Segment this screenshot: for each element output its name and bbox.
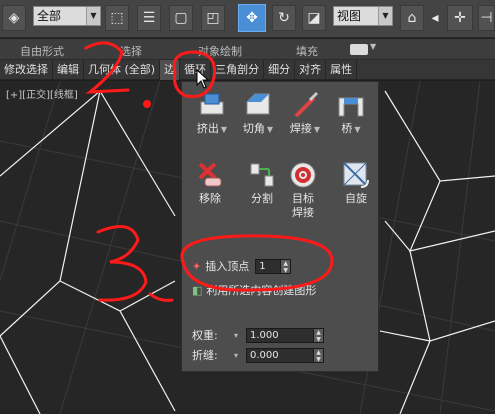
bridge-button[interactable]: 桥 ▼ xyxy=(326,88,376,137)
weld-button[interactable]: 焊接 ▼ xyxy=(280,88,330,137)
remove-label: 移除 xyxy=(199,192,221,205)
ribbon-group-object-paint[interactable]: 对象绘制 xyxy=(198,43,242,59)
rect-selection-icon[interactable]: ▢ xyxy=(169,5,193,31)
scale-icon[interactable]: ◪ xyxy=(302,5,326,31)
chevron-down-icon[interactable]: ▾ xyxy=(234,331,238,340)
chamfer-label: 切角 xyxy=(242,122,265,135)
target-weld-icon xyxy=(286,158,320,192)
move-icon[interactable]: ✥ xyxy=(238,4,266,32)
select-object-icon[interactable]: ⬚ xyxy=(105,5,129,31)
chevron-down-icon: ▼ xyxy=(313,125,321,134)
tab-edit[interactable]: 编辑 xyxy=(53,60,84,80)
chevron-down-icon: ▼ xyxy=(354,125,361,134)
tab-modify-selection[interactable]: 修改选择 xyxy=(0,60,53,80)
insert-vertex-spinner[interactable]: ▲ ▼ xyxy=(281,258,292,274)
create-shape-icon: ◧ xyxy=(192,283,203,297)
weld-icon xyxy=(288,88,322,122)
weight-row: 权重: ▾ 1.000 ▲ ▼ xyxy=(192,327,325,343)
select-by-name-icon[interactable]: ☰ xyxy=(137,5,161,31)
tab-geometry[interactable]: 几何体 (全部) xyxy=(84,60,161,80)
remove-icon xyxy=(193,158,227,192)
create-shape-label: 利用所选内容创建图形 xyxy=(206,284,317,297)
chamfer-button[interactable]: 切角 ▼ xyxy=(233,88,283,137)
weld-label: 焊接 xyxy=(289,122,312,135)
rotate-icon[interactable]: ↻ xyxy=(272,5,296,31)
pivot-icon[interactable]: ⌂ xyxy=(400,5,424,31)
target-weld-button[interactable]: 目标 焊接 xyxy=(278,158,328,220)
weight-spinner[interactable]: ▲ ▼ xyxy=(314,327,325,343)
bridge-label: 桥 xyxy=(341,122,353,135)
tab-subdivision[interactable]: 细分 xyxy=(264,60,296,80)
spin-button[interactable]: 自旋 xyxy=(331,158,381,206)
insert-vertex-count-input[interactable]: 1 xyxy=(255,258,282,274)
crease-spinner[interactable]: ▲ ▼ xyxy=(314,347,325,363)
insert-vertex-label[interactable]: 插入顶点 xyxy=(205,258,249,274)
selection-filter-dropdown[interactable]: 全部 ▼ xyxy=(33,6,101,26)
window-crossing-icon[interactable]: ◰ xyxy=(201,5,225,31)
mouse-cursor-icon xyxy=(196,69,210,89)
chevron-down-icon: ▼ xyxy=(266,125,274,134)
split-icon xyxy=(245,158,279,192)
viewport-label[interactable]: [+][正交][线框] xyxy=(6,86,78,101)
chevron-down-icon[interactable]: ▼ xyxy=(370,42,376,51)
chevron-down-icon: ▼ xyxy=(378,7,392,25)
target-weld-label-line2: 焊接 xyxy=(292,206,314,219)
bridge-icon xyxy=(334,88,368,122)
ribbon-group-populate[interactable]: 填充 xyxy=(296,43,318,59)
ribbon-options-icon[interactable] xyxy=(350,44,368,55)
target-weld-label-line1: 目标 xyxy=(292,192,314,205)
ribbon-group-selection[interactable]: 选择 xyxy=(120,43,142,59)
ribbon-tabs: 修改选择 编辑 几何体 (全部) 边 循环 三角剖分 细分 对齐 属性 xyxy=(0,60,495,80)
crease-label: 折缝: xyxy=(192,349,218,362)
weight-label: 权重: xyxy=(192,329,218,342)
app-window: ◈ 全部 ▼ ⬚ ☰ ▢ ◰ ✥ ↻ ◪ 视图 ▼ ⌂ ◂ ✛ ⊣ 自由形式 选… xyxy=(0,0,495,414)
spin-label: 自旋 xyxy=(345,192,367,205)
tab-align[interactable]: 对齐 xyxy=(295,60,327,80)
weight-input[interactable]: 1.000 xyxy=(246,327,315,343)
reference-coord-value: 视图 xyxy=(337,9,362,23)
select-icon[interactable]: ◈ xyxy=(2,5,26,31)
create-shape-row[interactable]: ◧ 利用所选内容创建图形 xyxy=(192,282,316,298)
remove-button[interactable]: 移除 xyxy=(185,158,235,206)
extrude-button[interactable]: 挤出 ▼ xyxy=(187,88,237,137)
selection-filter-value: 全部 xyxy=(37,9,62,23)
snap-icon[interactable]: ⊣ xyxy=(478,5,495,31)
tab-tris[interactable]: 三角剖分 xyxy=(211,60,265,80)
edges-panel: 挤出 ▼ 切角 ▼ 焊接 ▼ 桥 ▼ 移除 分割 目标 焊接 自旋 ✦ 插入顶点… xyxy=(181,81,379,372)
crease-input[interactable]: 0.000 xyxy=(246,347,315,363)
chevron-down-icon[interactable]: ▾ xyxy=(234,351,238,360)
extrude-icon xyxy=(195,88,229,122)
chevron-down-icon: ▼ xyxy=(220,125,228,134)
tab-edges[interactable]: 边 xyxy=(160,60,181,80)
crease-row: 折缝: ▾ 0.000 ▲ ▼ xyxy=(192,347,325,363)
insert-vertex-row: ✦ 插入顶点 1 ▲ ▼ xyxy=(192,258,292,274)
chevron-down-icon: ▼ xyxy=(86,7,100,25)
chamfer-icon xyxy=(241,88,275,122)
select-manipulate-icon[interactable]: ◂ xyxy=(428,5,442,31)
reference-coord-dropdown[interactable]: 视图 ▼ xyxy=(333,6,393,26)
transform-gizmo-icon[interactable]: ✛ xyxy=(447,5,473,31)
spin-icon xyxy=(339,158,373,192)
tab-properties[interactable]: 属性 xyxy=(326,60,358,80)
ribbon-group-freeform[interactable]: 自由形式 xyxy=(20,43,64,59)
ribbon-group-labels: 自由形式 选择 对象绘制 填充 ▼ xyxy=(0,39,495,60)
extrude-label: 挤出 xyxy=(196,122,219,135)
insert-vertex-icon: ✦ xyxy=(192,259,202,273)
main-toolbar: ◈ 全部 ▼ ⬚ ☰ ▢ ◰ ✥ ↻ ◪ 视图 ▼ ⌂ ◂ ✛ ⊣ xyxy=(0,0,495,38)
